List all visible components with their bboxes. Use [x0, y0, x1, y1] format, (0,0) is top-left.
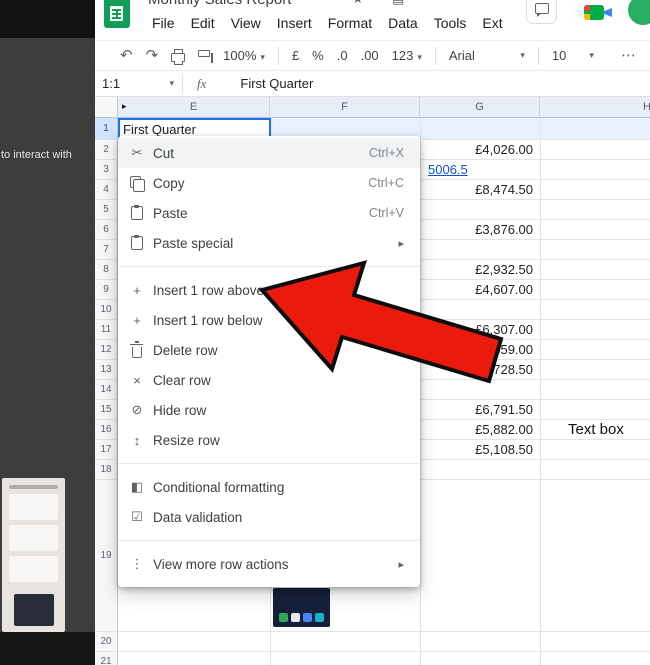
menu-separator — [118, 463, 420, 464]
row-header-19[interactable]: 19 — [95, 480, 118, 632]
row-header-21[interactable]: 21 — [95, 652, 118, 665]
menu-item-label: Paste special — [153, 236, 398, 251]
cell-G3-link[interactable]: 5006.5 — [421, 160, 539, 180]
active-cell-text: First Quarter — [123, 122, 196, 137]
gridline — [118, 651, 650, 652]
row-header-14[interactable]: 14 — [95, 380, 118, 400]
row-header-12[interactable]: 12 — [95, 340, 118, 360]
row-header-2[interactable]: 2 — [95, 140, 118, 160]
cell-G2[interactable]: £4,026.00 — [421, 140, 537, 160]
row-header-6[interactable]: 6 — [95, 220, 118, 240]
row-header-20[interactable]: 20 — [95, 632, 118, 652]
row-header-15[interactable]: 15 — [95, 400, 118, 420]
menu-item-label: Delete row — [153, 343, 404, 358]
cell-G16[interactable]: £5,882.00 — [421, 420, 537, 440]
menu-item-clear-row[interactable]: × Clear row — [118, 365, 420, 395]
menu-shortcut: Ctrl+V — [369, 206, 404, 220]
menu-item-delete-row[interactable]: Delete row — [118, 335, 420, 365]
row-header-1[interactable]: 1 — [95, 118, 118, 140]
scissors-icon: ✂ — [128, 144, 146, 162]
submenu-arrow-icon: ▸ — [398, 237, 404, 250]
clipboard-icon — [128, 204, 146, 222]
hide-icon: ⊘ — [128, 401, 146, 419]
row-header-16[interactable]: 16 — [95, 420, 118, 440]
app-icon — [303, 613, 312, 622]
cell-G13[interactable]: £2,728.50 — [421, 360, 537, 380]
row-header-11[interactable]: 11 — [95, 320, 118, 340]
menu-item-label: Conditional formatting — [153, 480, 404, 495]
cell-G12[interactable]: £5,559.00 — [421, 340, 537, 360]
menu-item-paste[interactable]: PasteCtrl+V — [118, 198, 420, 228]
menu-item-cut[interactable]: ✂ CutCtrl+X — [118, 138, 420, 168]
menu-item-view-more-row-actions[interactable]: ⋮ View more row actions▸ — [118, 549, 420, 579]
menu-item-label: Data validation — [153, 510, 404, 525]
row-header-17[interactable]: 17 — [95, 440, 118, 460]
submenu-arrow-icon: ▸ — [398, 558, 404, 571]
data-validation-icon: ☑ — [128, 508, 146, 526]
menu-item-copy[interactable]: CopyCtrl+C — [118, 168, 420, 198]
menu-item-paste-special[interactable]: Paste special▸ — [118, 228, 420, 258]
cell-G8[interactable]: £2,932.50 — [421, 260, 537, 280]
menu-item-label: Insert 1 row above — [153, 283, 404, 298]
plus-icon: + — [128, 281, 146, 299]
menu-item-hide-row[interactable]: ⊘ Hide row — [118, 395, 420, 425]
cell-G9[interactable]: £4,607.00 — [421, 280, 537, 300]
menu-item-label: Copy — [153, 176, 368, 191]
menu-item-label: Clear row — [153, 373, 404, 388]
menu-item-resize-row[interactable]: ↕ Resize row — [118, 425, 420, 455]
row-header-8[interactable]: 8 — [95, 260, 118, 280]
row-header-4[interactable]: 4 — [95, 180, 118, 200]
menu-item-label: Paste — [153, 206, 369, 221]
app-icon — [291, 613, 300, 622]
menu-item-data-validation[interactable]: ☑ Data validation — [118, 502, 420, 532]
menu-item-conditional-formatting[interactable]: ◧ Conditional formatting — [118, 472, 420, 502]
menu-item-label: Hide row — [153, 403, 404, 418]
cell-G17[interactable]: £5,108.50 — [421, 440, 537, 460]
screen: to interact with Monthly Sales Report ★ … — [0, 0, 650, 665]
row-header-10[interactable]: 10 — [95, 300, 118, 320]
menu-item-label: Cut — [153, 146, 369, 161]
row-header-5[interactable]: 5 — [95, 200, 118, 220]
menu-separator — [118, 540, 420, 541]
more-vertical-icon: ⋮ — [128, 555, 146, 573]
cell-G11[interactable]: £6,307.00 — [421, 320, 537, 340]
menu-item-label: View more row actions — [153, 557, 398, 572]
conditional-format-icon: ◧ — [128, 478, 146, 496]
column-group-expand-button[interactable]: ▸ — [122, 101, 127, 112]
gridline — [118, 631, 650, 632]
plus-icon: + — [128, 311, 146, 329]
row-header-9[interactable]: 9 — [95, 280, 118, 300]
row-header-18[interactable]: 18 — [95, 460, 118, 480]
menu-item-insert-1-row-below[interactable]: + Insert 1 row below — [118, 305, 420, 335]
app-icon — [279, 613, 288, 622]
copy-icon — [128, 174, 146, 192]
cell-G15[interactable]: £6,791.50 — [421, 400, 537, 420]
gridline — [420, 118, 421, 665]
cell-G6[interactable]: £3,876.00 — [421, 220, 537, 240]
menu-shortcut: Ctrl+C — [368, 176, 404, 190]
row-header-3[interactable]: 3 — [95, 160, 118, 180]
cell-G4[interactable]: £8,474.50 — [421, 180, 537, 200]
link-text: 5006.5 — [428, 162, 468, 177]
row-header-13[interactable]: 13 — [95, 360, 118, 380]
menu-separator — [118, 266, 420, 267]
app-icon — [315, 613, 324, 622]
menu-item-label: Resize row — [153, 433, 404, 448]
trash-icon — [128, 341, 146, 359]
clipboard-icon — [128, 234, 146, 252]
menu-item-label: Insert 1 row below — [153, 313, 404, 328]
context-menu: ✂CutCtrl+XCopyCtrl+CPasteCtrl+VPaste spe… — [118, 136, 420, 587]
menu-shortcut: Ctrl+X — [369, 146, 404, 160]
embedded-image[interactable] — [273, 588, 330, 627]
row-header-7[interactable]: 7 — [95, 240, 118, 260]
clear-icon: × — [128, 371, 146, 389]
menu-item-insert-1-row-above[interactable]: + Insert 1 row above — [118, 275, 420, 305]
resize-icon: ↕ — [128, 431, 146, 449]
gridline — [540, 118, 541, 665]
